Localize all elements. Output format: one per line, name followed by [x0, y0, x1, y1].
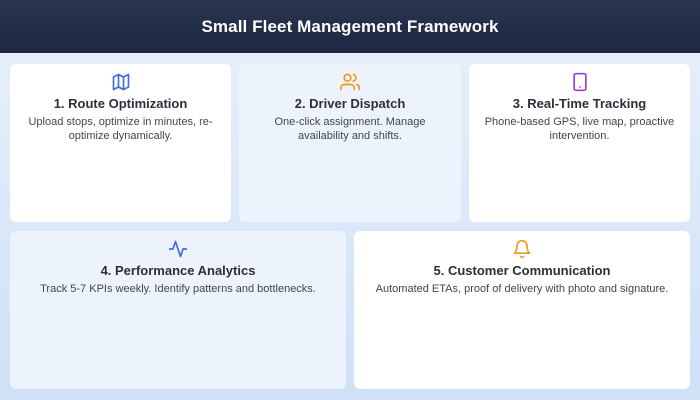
- card-performance-analytics: 4. Performance Analytics Track 5-7 KPIs …: [10, 231, 346, 389]
- card-description: Phone-based GPS, live map, proactive int…: [484, 116, 675, 142]
- users-icon: [340, 72, 360, 92]
- card-route-optimization: 1. Route Optimization Upload stops, opti…: [10, 64, 231, 222]
- smartphone-icon: [570, 72, 590, 92]
- card-description: Track 5-7 KPIs weekly. Identify patterns…: [40, 283, 316, 295]
- card-description: One-click assignment. Manage availabilit…: [274, 116, 426, 142]
- card-real-time-tracking: 3. Real-Time Tracking Phone-based GPS, l…: [469, 64, 690, 222]
- card-customer-communication: 5. Customer Communication Automated ETAs…: [354, 231, 690, 389]
- card-description: Automated ETAs, proof of delivery with p…: [375, 283, 669, 295]
- card-heading: 5. Customer Communication: [433, 263, 611, 278]
- card-heading: 2. Driver Dispatch: [294, 96, 406, 111]
- card-heading: 1. Route Optimization: [53, 96, 188, 111]
- card-heading: 4. Performance Analytics: [100, 263, 256, 278]
- activity-icon: [168, 239, 188, 259]
- card-heading: 3. Real-Time Tracking: [512, 96, 647, 111]
- card-driver-dispatch: 2. Driver Dispatch One-click assignment.…: [239, 64, 461, 222]
- header-bar: Small Fleet Management Framework: [0, 0, 700, 53]
- card-description: Upload stops, optimize in minutes, re-op…: [28, 116, 213, 142]
- page-title: Small Fleet Management Framework: [201, 16, 499, 36]
- bell-icon: [512, 239, 532, 259]
- map-icon: [111, 72, 131, 92]
